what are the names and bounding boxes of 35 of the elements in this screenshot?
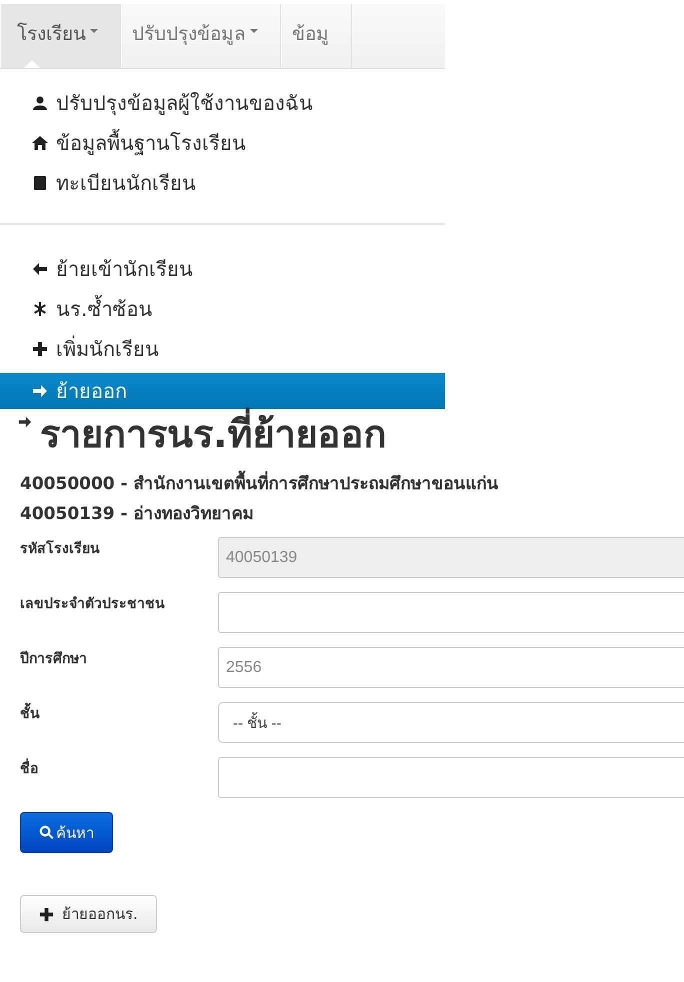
menu-item[interactable]: นร.ซ้ำซ้อน	[0, 289, 445, 329]
menu-item[interactable]: ย้ายออก	[0, 373, 445, 409]
nav-tab[interactable]: ข้อมู	[281, 4, 352, 68]
nav-tab[interactable]: ปรับปรุงข้อมูล	[121, 4, 281, 68]
subtitle: 40050000 - สำนักงานเขตพื้นที่การศึกษาประถมศึกษาขอนแก่น	[0, 469, 684, 499]
plus-icon	[39, 906, 54, 922]
user-icon	[32, 95, 48, 111]
right-arrow-icon	[18, 415, 32, 429]
select-field[interactable]: -- ชั้น --	[218, 702, 684, 743]
asterisk-icon	[32, 301, 48, 317]
field-label: ชื่อ	[0, 757, 218, 779]
input-field[interactable]	[218, 592, 684, 633]
menu-item[interactable]: ข้อมูลพื้นฐานโรงเรียน	[0, 123, 445, 163]
menu-item[interactable]: ทะเบียนนักเรียน	[0, 163, 445, 203]
dropdown-pointer	[23, 60, 41, 68]
input-field[interactable]	[218, 757, 684, 798]
input-field[interactable]: 2556	[218, 647, 684, 688]
page-title: รายการนร.ที่ย้ายออก	[40, 409, 386, 459]
home-icon	[32, 135, 48, 151]
field-label: รหัสโรงเรียน	[19, 539, 101, 559]
left-arrow-icon	[32, 261, 48, 277]
field-label: ปีการศึกษา	[19, 650, 88, 669]
plus-icon	[32, 341, 48, 357]
field-label: เลขประจำตัวประชาชน	[19, 595, 166, 614]
search-button[interactable]: ค้นหา	[20, 812, 113, 853]
right-arrow-icon	[32, 383, 48, 399]
menu-item[interactable]: ย้ายเข้านักเรียน	[0, 249, 445, 289]
nav-tab[interactable]: โรงเรียน	[0, 4, 121, 68]
search-icon	[39, 825, 54, 840]
field-label: ชั้น	[0, 702, 218, 724]
subtitle: 40050139 - อ่างทองวิทยาคม	[19, 503, 255, 526]
menu-item[interactable]: ปรับปรุงข้อมูลผู้ใช้งานของฉัน	[0, 83, 445, 123]
add-button[interactable]: ย้ายออกนร.	[20, 895, 157, 933]
menu-item[interactable]: เพิ่มนักเรียน	[0, 329, 445, 369]
book-icon	[32, 175, 48, 191]
